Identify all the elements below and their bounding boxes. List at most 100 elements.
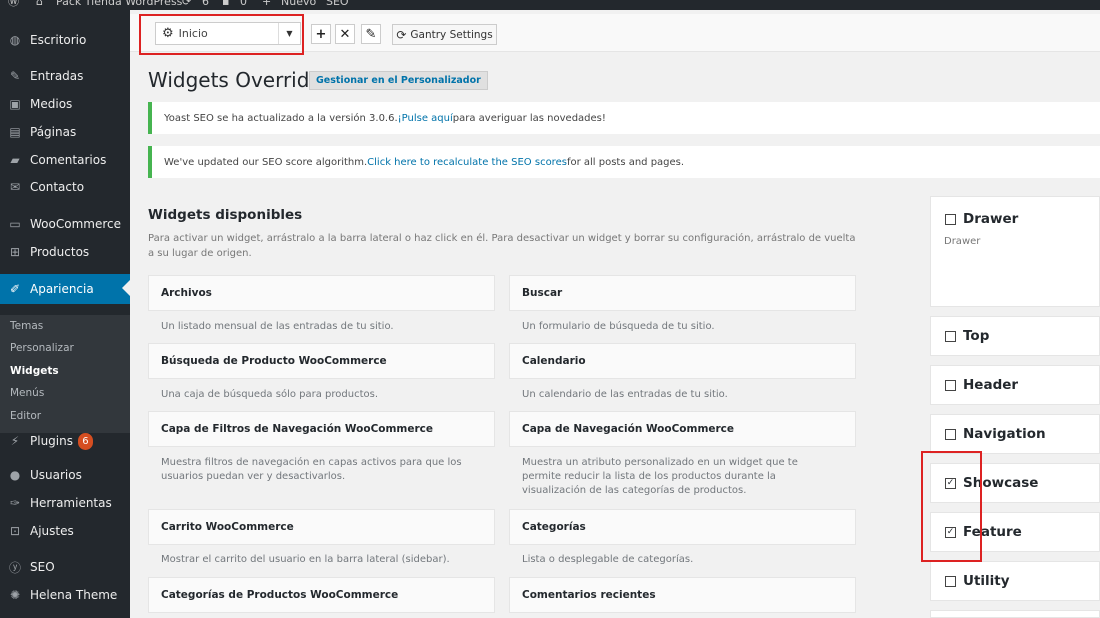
notice-link[interactable]: Click here to recalculate the SEO scores bbox=[367, 157, 567, 168]
comments-count: 0 bbox=[240, 0, 247, 8]
available-widgets-description: Para activar un widget, arrástralo a la … bbox=[148, 233, 856, 259]
widget-description: Muestra un atributo personalizado en un … bbox=[522, 457, 798, 496]
sidebar-item-label: Contacto bbox=[30, 180, 85, 194]
widget-area-top[interactable]: Top bbox=[930, 316, 1100, 356]
sidebar-item-label: Páginas bbox=[30, 125, 77, 139]
widget-area-utility[interactable]: Utility bbox=[930, 561, 1100, 601]
sidebar-item-woocommerce[interactable]: ▭ WooCommerce bbox=[0, 210, 130, 238]
settings-icon: ⊡ bbox=[9, 524, 21, 538]
delete-outline-button[interactable]: ✕ bbox=[335, 24, 355, 44]
widget-area-next[interactable] bbox=[930, 610, 1100, 618]
submenu-menus[interactable]: Menús bbox=[10, 387, 44, 399]
widget-description: Un calendario de las entradas de tu siti… bbox=[522, 389, 728, 400]
gear-icon: ✺ bbox=[9, 588, 21, 602]
submenu-temas[interactable]: Temas bbox=[10, 320, 43, 332]
widget-area-title: Header bbox=[963, 377, 1019, 393]
comments-icon[interactable]: ▪ bbox=[222, 0, 229, 9]
sidebar-item-paginas[interactable]: ▤ Páginas bbox=[0, 118, 130, 146]
sidebar-item-label: Escritorio bbox=[30, 33, 87, 47]
sidebar-item-label: Helena Theme bbox=[30, 588, 118, 602]
checkbox-icon[interactable] bbox=[945, 575, 956, 587]
widget-description: Lista o desplegable de categorías. bbox=[522, 554, 694, 565]
widget-card[interactable]: Búsqueda de Producto WooCommerce bbox=[148, 343, 495, 379]
widget-area-header[interactable]: Header bbox=[930, 365, 1100, 405]
sidebar-item-ajustes[interactable]: ⊡ Ajustes bbox=[0, 517, 130, 545]
widget-area-navigation[interactable]: Navigation bbox=[930, 414, 1100, 454]
notice-text: for all posts and pages. bbox=[566, 156, 685, 168]
submenu-widgets[interactable]: Widgets bbox=[10, 365, 59, 377]
widget-card[interactable]: Archivos bbox=[148, 275, 495, 311]
widget-card[interactable]: Capa de Filtros de Navegación WooCommerc… bbox=[148, 411, 495, 447]
highlight-box bbox=[921, 451, 982, 562]
plus-icon[interactable]: + bbox=[262, 0, 271, 9]
notice-text: We've updated our SEO score algorithm. bbox=[164, 156, 368, 168]
plugins-update-badge: 6 bbox=[77, 432, 93, 450]
customizer-button[interactable]: Gestionar en el Personalizador bbox=[309, 71, 488, 90]
admin-sidebar: ◍ Escritorio ✎ Entradas ▣ Medios ▤ Páginas ▰… bbox=[0, 10, 130, 618]
gantry-settings-label: Gantry Settings bbox=[410, 28, 493, 41]
checkbox-icon[interactable] bbox=[945, 379, 956, 391]
sidebar-item-escritorio[interactable]: ◍ Escritorio bbox=[0, 26, 130, 54]
sidebar-item-label: WooCommerce bbox=[30, 217, 121, 231]
sidebar-item-label: Productos bbox=[30, 245, 90, 259]
widget-area-title: Utility bbox=[963, 573, 1010, 589]
appearance-submenu: Temas Personalizar Widgets Menús Editor bbox=[0, 315, 130, 433]
home-icon[interactable]: ⌂ bbox=[36, 0, 43, 9]
add-outline-button[interactable]: + bbox=[311, 24, 331, 44]
widget-card[interactable]: Capa de Navegación WooCommerce bbox=[509, 411, 856, 447]
widget-area-title: Drawer bbox=[963, 211, 1019, 227]
widget-area-title: Navigation bbox=[963, 426, 1046, 442]
seo-score-notice: We've updated our SEO score algorithm. C… bbox=[148, 146, 1100, 178]
sidebar-item-label: Medios bbox=[30, 97, 73, 111]
seo-link[interactable]: SEO bbox=[326, 0, 349, 9]
user-icon: ● bbox=[9, 468, 21, 482]
sidebar-item-label: SEO bbox=[30, 560, 55, 574]
widget-description: Un formulario de búsqueda de tu sitio. bbox=[522, 321, 715, 332]
widget-card[interactable]: Buscar bbox=[509, 275, 856, 311]
widget-description: Una caja de búsqueda sólo para productos… bbox=[161, 389, 379, 400]
woocommerce-icon: ▭ bbox=[9, 217, 21, 231]
site-name-link[interactable]: Pack Tienda WordPress bbox=[56, 0, 182, 9]
pages-icon: ▤ bbox=[9, 125, 21, 139]
submenu-personalizar[interactable]: Personalizar bbox=[10, 342, 74, 354]
widget-card[interactable]: Calendario bbox=[509, 343, 856, 379]
sidebar-item-label: Comentarios bbox=[30, 153, 107, 167]
brush-icon: ✐ bbox=[9, 282, 21, 296]
widget-card[interactable]: Carrito WooCommerce bbox=[148, 509, 495, 545]
sidebar-item-label: Apariencia bbox=[30, 282, 94, 296]
sidebar-item-label: Entradas bbox=[30, 69, 84, 83]
checkbox-icon[interactable] bbox=[945, 330, 956, 342]
sidebar-item-entradas[interactable]: ✎ Entradas bbox=[0, 62, 130, 90]
sidebar-item-plugins[interactable]: ⚡ Plugins 6 bbox=[0, 427, 130, 455]
edit-outline-button[interactable]: ✎ bbox=[361, 24, 381, 44]
wordpress-logo-icon[interactable]: Ⓦ bbox=[8, 0, 19, 9]
sidebar-item-apariencia[interactable]: ✐ Apariencia bbox=[0, 274, 130, 304]
sidebar-item-usuarios[interactable]: ● Usuarios bbox=[0, 461, 130, 489]
updates-count: 6 bbox=[202, 0, 209, 8]
sidebar-item-helena-theme[interactable]: ✺ Helena Theme bbox=[0, 581, 130, 609]
notice-link[interactable]: ¡Pulse aquí bbox=[398, 113, 453, 124]
widget-card[interactable]: Categorías de Productos WooCommerce bbox=[148, 577, 495, 613]
widget-card[interactable]: Comentarios recientes bbox=[509, 577, 856, 613]
widget-card[interactable]: Categorías bbox=[509, 509, 856, 545]
sidebar-item-label: Usuarios bbox=[30, 468, 82, 482]
cart-icon: ⊞ bbox=[9, 245, 21, 259]
new-link[interactable]: Nuevo bbox=[281, 0, 316, 9]
refresh-icon: ⟳ bbox=[396, 27, 407, 42]
plus-icon: + bbox=[315, 26, 327, 42]
updates-icon[interactable]: ⟳ bbox=[182, 0, 191, 9]
sidebar-item-herramientas[interactable]: ✑ Herramientas bbox=[0, 489, 130, 517]
checkbox-icon[interactable] bbox=[945, 213, 956, 225]
sidebar-item-medios[interactable]: ▣ Medios bbox=[0, 90, 130, 118]
sidebar-item-comentarios[interactable]: ▰ Comentarios bbox=[0, 146, 130, 174]
gantry-settings-button[interactable]: ⟳ Gantry Settings bbox=[392, 24, 497, 45]
widget-area-drawer[interactable]: Drawer Drawer bbox=[930, 196, 1100, 307]
sidebar-item-seo[interactable]: ⓨ SEO bbox=[0, 553, 130, 581]
highlight-box bbox=[139, 14, 304, 55]
close-icon: ✕ bbox=[339, 26, 351, 42]
submenu-editor[interactable]: Editor bbox=[10, 410, 41, 422]
sidebar-item-contacto[interactable]: ✉ Contacto bbox=[0, 173, 130, 201]
sidebar-item-productos[interactable]: ⊞ Productos bbox=[0, 238, 130, 266]
sidebar-item-label: Herramientas bbox=[30, 496, 112, 510]
checkbox-icon[interactable] bbox=[945, 428, 956, 440]
